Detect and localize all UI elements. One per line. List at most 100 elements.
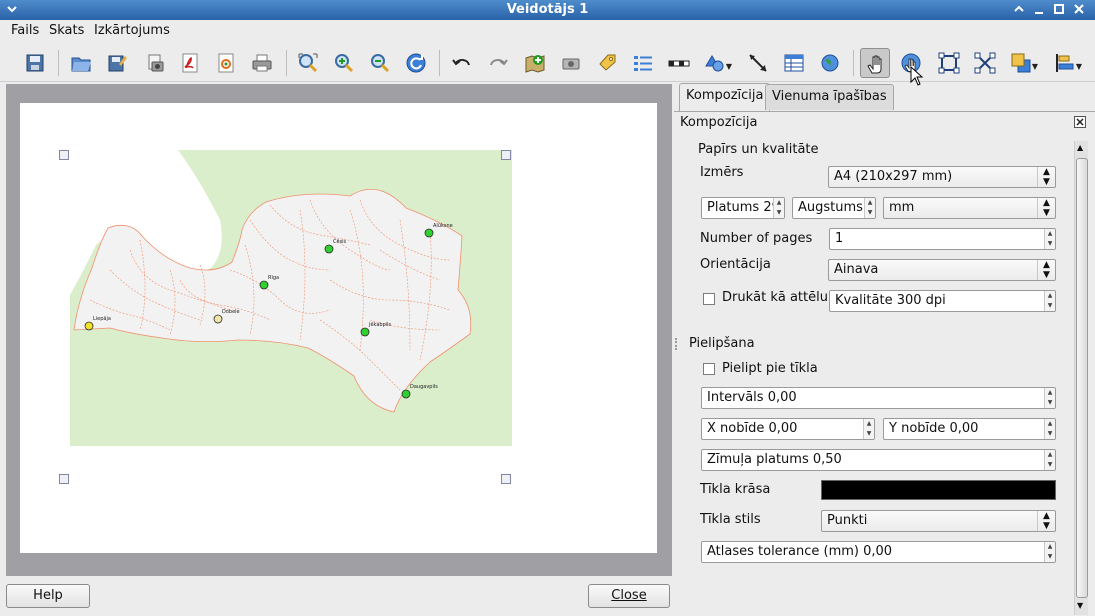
save-template-button[interactable] <box>102 48 132 78</box>
spinner-arrows-icon[interactable]: ▲ ▼ <box>773 198 784 218</box>
window-title: Veidotājs 1 <box>506 2 589 17</box>
panel-close-button[interactable] <box>1074 116 1086 128</box>
add-arrow-button[interactable] <box>743 48 773 78</box>
scroll-up-icon[interactable]: ▲ <box>1077 143 1083 152</box>
paper-height-input[interactable]: Augstums 210 ▲▼ <box>792 197 876 219</box>
export-image-button[interactable] <box>140 48 170 78</box>
undo-icon <box>452 59 470 66</box>
add-shape-button[interactable]: ▼ <box>700 48 732 78</box>
select-move-item-button[interactable] <box>860 48 890 78</box>
pages-value: 1 <box>835 231 844 246</box>
panel-scrollbar[interactable]: ▲ ▼ <box>1074 141 1088 615</box>
minimize-button[interactable] <box>1031 2 1047 18</box>
add-legend-button[interactable] <box>628 48 658 78</box>
add-image-button[interactable] <box>556 48 586 78</box>
save-as-template-icon <box>108 55 127 72</box>
selection-handle-top-right[interactable] <box>501 150 511 160</box>
help-button[interactable]: Help <box>6 584 90 608</box>
zoom-full-button[interactable] <box>293 48 323 78</box>
x-offset-input[interactable]: X nobīde 0,00 ▲ ▼ <box>701 418 875 440</box>
image-icon <box>562 58 580 70</box>
save-button[interactable] <box>20 48 50 78</box>
svg-icon <box>218 53 234 73</box>
open-template-button[interactable] <box>66 48 96 78</box>
pages-label: Number of pages <box>700 231 813 246</box>
print-as-image-checkbox[interactable] <box>703 293 715 305</box>
group-collapse-handle[interactable] <box>675 338 679 350</box>
print-quality-input[interactable]: Kvalitāte 300 dpi ▲ ▼ <box>829 290 1056 312</box>
group-icon <box>938 52 960 74</box>
shade-button[interactable] <box>1011 2 1027 18</box>
zoom-full-icon <box>298 53 318 73</box>
minimize-icon <box>1035 12 1043 14</box>
updown-arrow-icon: ▲ ▼ <box>1037 511 1055 531</box>
add-label-button[interactable] <box>592 48 622 78</box>
grid-style-select[interactable]: Punkti ▲ ▼ <box>821 510 1056 532</box>
selection-handle-top-left[interactable] <box>59 150 69 160</box>
refresh-button[interactable] <box>401 48 431 78</box>
chevron-up-icon <box>1014 5 1024 12</box>
city-label: Dobele <box>222 309 240 315</box>
zoom-in-button[interactable] <box>329 48 359 78</box>
city-marker <box>84 321 94 331</box>
spinner-arrows-icon[interactable]: ▲ ▼ <box>1044 388 1055 408</box>
spinner-arrows-icon[interactable]: ▲ ▼ <box>1044 542 1055 562</box>
spinner-arrows-icon[interactable]: ▲ ▼ <box>1044 291 1055 311</box>
redo-button[interactable] <box>483 48 513 78</box>
composition-canvas[interactable]: Liepāja Dobele Rīga Cēsis Alūksne Jēkabpils Da… <box>6 84 672 576</box>
selection-handle-bottom-left[interactable] <box>59 474 69 484</box>
grid-interval-input[interactable]: Intervāls 0,00 ▲ ▼ <box>701 387 1056 409</box>
city-label: Alūksne <box>433 223 453 229</box>
updown-arrow-icon: ▲ ▼ <box>1037 167 1055 187</box>
menu-file[interactable]: Fails <box>11 23 39 38</box>
maximize-button[interactable] <box>1051 2 1067 18</box>
close-icon <box>1074 4 1084 14</box>
export-svg-button[interactable] <box>211 48 241 78</box>
snap-to-grid-checkbox[interactable] <box>703 363 715 375</box>
unit-select[interactable]: mm ▲ ▼ <box>883 197 1056 219</box>
pages-input[interactable]: 1 ▲ ▼ <box>829 228 1056 250</box>
scroll-down-icon[interactable]: ▼ <box>1077 601 1083 610</box>
zoom-out-button[interactable] <box>365 48 395 78</box>
tab-composition[interactable]: Kompozīcija <box>679 83 771 111</box>
spinner-arrows-icon[interactable]: ▲ ▼ <box>1044 450 1055 470</box>
menu-view[interactable]: Skats <box>49 23 84 38</box>
add-table-button[interactable] <box>779 48 809 78</box>
map-item[interactable]: Liepāja Dobele Rīga Cēsis Alūksne Jēkabpils Da… <box>70 150 512 446</box>
close-button[interactable]: Close <box>588 584 670 608</box>
menu-layout[interactable]: Izkārtojums <box>94 23 170 38</box>
scrollbar-thumb[interactable] <box>1076 158 1088 598</box>
export-pdf-button[interactable] <box>175 48 205 78</box>
paper-size-select[interactable]: A4 (210x297 mm) ▲ ▼ <box>828 166 1056 188</box>
add-html-frame-button[interactable] <box>815 48 845 78</box>
paper-page[interactable]: Liepāja Dobele Rīga Cēsis Alūksne Jēkabpils Da… <box>20 103 657 553</box>
spinner-arrows-icon[interactable]: ▲ ▼ <box>1044 229 1055 249</box>
close-window-button[interactable] <box>1071 2 1087 18</box>
tab-item-properties[interactable]: Vienuma īpašības <box>765 84 894 110</box>
maximize-icon <box>1054 4 1064 14</box>
spinner-arrows-icon[interactable]: ▲ ▼ <box>863 419 874 439</box>
paper-width-input[interactable]: Platums 297 ▲ ▼ <box>701 197 785 219</box>
title-bar: Veidotājs 1 <box>0 0 1095 20</box>
add-map-button[interactable] <box>520 48 550 78</box>
selection-tolerance-input[interactable]: Atlases tolerance (mm) 0,00 ▲ ▼ <box>701 541 1056 563</box>
group-items-button[interactable] <box>934 48 964 78</box>
updown-arrow-icon: ▲ ▼ <box>1037 260 1055 280</box>
y-offset-input[interactable]: Y nobīde 0,00 ▲ ▼ <box>883 418 1056 440</box>
grid-color-button[interactable] <box>821 480 1056 500</box>
city-marker <box>213 314 223 324</box>
ungroup-items-button[interactable] <box>970 48 1000 78</box>
pen-width-input[interactable]: Zīmuļa platums 0,50 ▲ ▼ <box>701 449 1056 471</box>
align-items-button[interactable]: ▼ <box>1050 48 1082 78</box>
selection-tolerance-value: Atlases tolerance (mm) 0,00 <box>707 544 893 559</box>
undo-button[interactable] <box>447 48 477 78</box>
spinner-arrows-icon[interactable]: ▲ ▼ <box>864 198 875 218</box>
raise-items-button[interactable]: ▼ <box>1006 48 1038 78</box>
selection-handle-bottom-right[interactable] <box>501 474 511 484</box>
close-icon <box>1076 118 1084 126</box>
orientation-select[interactable]: Ainava ▲ ▼ <box>828 259 1056 281</box>
spinner-arrows-icon[interactable]: ▲ ▼ <box>1044 419 1055 439</box>
unit-value: mm <box>889 200 915 215</box>
print-button[interactable] <box>247 48 277 78</box>
add-scalebar-button[interactable] <box>664 48 694 78</box>
